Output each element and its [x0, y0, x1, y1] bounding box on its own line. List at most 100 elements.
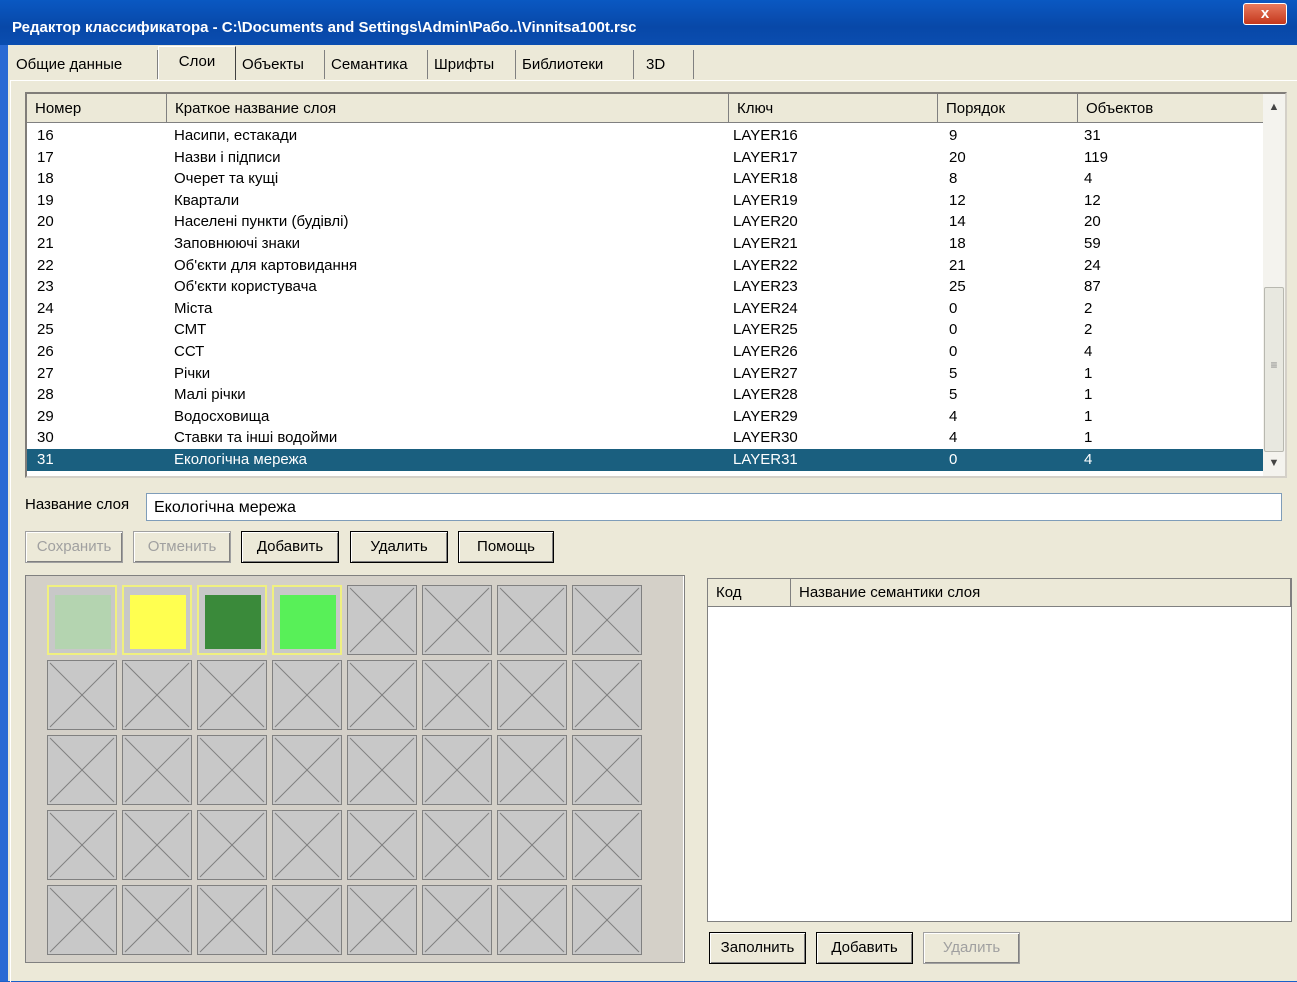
scroll-up-arrow-icon[interactable]: ▲	[1263, 96, 1285, 118]
tab-objects[interactable]: Объекты	[236, 50, 325, 79]
empty-image-slot[interactable]	[572, 660, 642, 730]
color-swatch[interactable]	[272, 585, 342, 655]
table-cell: LAYER20	[733, 213, 798, 231]
table-row[interactable]: 21 Заповнюючі знаки LAYER21 18 59	[27, 233, 1265, 255]
table-cell: 21	[37, 235, 54, 252]
column-header-key[interactable]: Ключ	[729, 94, 938, 123]
table-row[interactable]: 31 Екологічна мережа LAYER31 0 4	[27, 449, 1265, 471]
cancel-button[interactable]: Отменить	[133, 531, 231, 563]
table-row[interactable]: 18 Очерет та кущі LAYER18 8 4	[27, 168, 1265, 190]
empty-image-slot[interactable]	[497, 735, 567, 805]
column-header-short-name[interactable]: Краткое название слоя	[167, 94, 729, 123]
empty-image-slot[interactable]	[497, 585, 567, 655]
layers-table-scrollbar[interactable]: ▲ ≡ ▼	[1263, 94, 1285, 476]
empty-image-slot[interactable]	[47, 810, 117, 880]
table-row[interactable]: 16 Насипи, естакади LAYER16 9 31	[27, 125, 1265, 147]
empty-image-slot[interactable]	[572, 585, 642, 655]
table-cell: 12	[949, 191, 966, 209]
empty-image-slot[interactable]	[572, 810, 642, 880]
empty-image-slot[interactable]	[347, 660, 417, 730]
table-row[interactable]: 26 ССТ LAYER26 0 4	[27, 341, 1265, 363]
fill-semantics-button[interactable]: Заполнить	[709, 932, 806, 964]
empty-slot-icon	[124, 662, 190, 728]
empty-image-slot[interactable]	[422, 810, 492, 880]
layer-name-field[interactable]: Екологічна мережа	[146, 493, 1282, 521]
column-header-semantic-name[interactable]: Название семантики слоя	[791, 579, 1291, 607]
delete-layer-button[interactable]: Удалить	[350, 531, 448, 563]
delete-semantics-button[interactable]: Удалить	[923, 932, 1020, 964]
empty-image-slot[interactable]	[422, 585, 492, 655]
empty-image-slot[interactable]	[422, 660, 492, 730]
table-row[interactable]: 17 Назви і підписи LAYER17 20 119	[27, 147, 1265, 169]
table-row[interactable]: 22 Об'єкти для картовидання LAYER22 21 24	[27, 255, 1265, 277]
empty-image-slot[interactable]	[572, 885, 642, 955]
empty-image-slot[interactable]	[497, 810, 567, 880]
empty-image-slot[interactable]	[122, 660, 192, 730]
empty-slot-icon	[274, 812, 340, 878]
column-header-order[interactable]: Порядок	[938, 94, 1078, 123]
table-row[interactable]: 28 Малі річки LAYER28 5 1	[27, 384, 1265, 406]
table-row[interactable]: 30 Ставки та інші водойми LAYER30 4 1	[27, 427, 1265, 449]
tab-general[interactable]: Общие данные	[10, 50, 158, 79]
empty-image-slot[interactable]	[197, 810, 267, 880]
empty-image-slot[interactable]	[572, 735, 642, 805]
empty-image-slot[interactable]	[272, 735, 342, 805]
help-button[interactable]: Помощь	[458, 531, 554, 563]
color-swatch[interactable]	[197, 585, 267, 655]
column-header-number[interactable]: Номер	[27, 94, 167, 123]
empty-image-slot[interactable]	[47, 735, 117, 805]
add-semantics-button[interactable]: Добавить	[816, 932, 913, 964]
empty-image-slot[interactable]	[347, 885, 417, 955]
table-cell: 25	[949, 278, 966, 296]
empty-image-slot[interactable]	[422, 735, 492, 805]
empty-image-slot[interactable]	[47, 885, 117, 955]
empty-image-slot[interactable]	[122, 735, 192, 805]
scrollbar-thumb[interactable]: ≡	[1264, 287, 1284, 452]
table-cell: LAYER17	[733, 148, 798, 166]
tab-libraries[interactable]: Библиотеки	[516, 50, 634, 79]
tab-fonts[interactable]: Шрифты	[428, 50, 516, 79]
save-button[interactable]: Сохранить	[25, 531, 123, 563]
column-header-code[interactable]: Код	[708, 579, 791, 607]
empty-image-slot[interactable]	[122, 810, 192, 880]
empty-image-slot[interactable]	[347, 735, 417, 805]
symbol-grid-scrollbar[interactable]: ▲ ▼	[683, 576, 684, 962]
table-cell: 12	[1084, 191, 1101, 209]
table-row[interactable]: 23 Об'єкти користувача LAYER23 25 87	[27, 276, 1265, 298]
title-bar[interactable]: Редактор классификатора - C:\Documents a…	[0, 0, 1297, 45]
table-row[interactable]: 20 Населені пункти (будівлі) LAYER20 14 20	[27, 211, 1265, 233]
layers-table: Номер Краткое название слоя Ключ Порядок…	[25, 92, 1287, 478]
color-swatch[interactable]	[47, 585, 117, 655]
empty-image-slot[interactable]	[122, 885, 192, 955]
empty-image-slot[interactable]	[47, 660, 117, 730]
scroll-down-arrow-icon[interactable]: ▼	[1263, 452, 1285, 474]
table-row[interactable]: 25 СМТ LAYER25 0 2	[27, 319, 1265, 341]
grip-icon: ≡	[1270, 358, 1278, 372]
tab-semantics[interactable]: Семантика	[325, 50, 428, 79]
empty-image-slot[interactable]	[497, 660, 567, 730]
tab-layers[interactable]: Слои	[158, 46, 236, 81]
table-cell: LAYER31	[733, 451, 798, 468]
empty-image-slot[interactable]	[272, 660, 342, 730]
empty-image-slot[interactable]	[272, 885, 342, 955]
empty-image-slot[interactable]	[347, 810, 417, 880]
empty-slot-icon	[574, 812, 640, 878]
table-row[interactable]: 19 Квартали LAYER19 12 12	[27, 190, 1265, 212]
table-row[interactable]: 27 Річки LAYER27 5 1	[27, 363, 1265, 385]
empty-slot-icon	[199, 887, 265, 953]
empty-image-slot[interactable]	[347, 585, 417, 655]
table-row[interactable]: 24 Міста LAYER24 0 2	[27, 298, 1265, 320]
column-header-objects[interactable]: Объектов	[1078, 94, 1264, 123]
color-swatch[interactable]	[122, 585, 192, 655]
empty-image-slot[interactable]	[197, 735, 267, 805]
empty-image-slot[interactable]	[497, 885, 567, 955]
tab-3d[interactable]: 3D	[634, 50, 694, 79]
add-layer-button[interactable]: Добавить	[241, 531, 339, 563]
table-cell: 0	[949, 451, 958, 468]
empty-image-slot[interactable]	[197, 660, 267, 730]
close-button[interactable]: x	[1243, 3, 1287, 25]
empty-image-slot[interactable]	[422, 885, 492, 955]
empty-image-slot[interactable]	[197, 885, 267, 955]
table-row[interactable]: 29 Водосховища LAYER29 4 1	[27, 406, 1265, 428]
empty-image-slot[interactable]	[272, 810, 342, 880]
